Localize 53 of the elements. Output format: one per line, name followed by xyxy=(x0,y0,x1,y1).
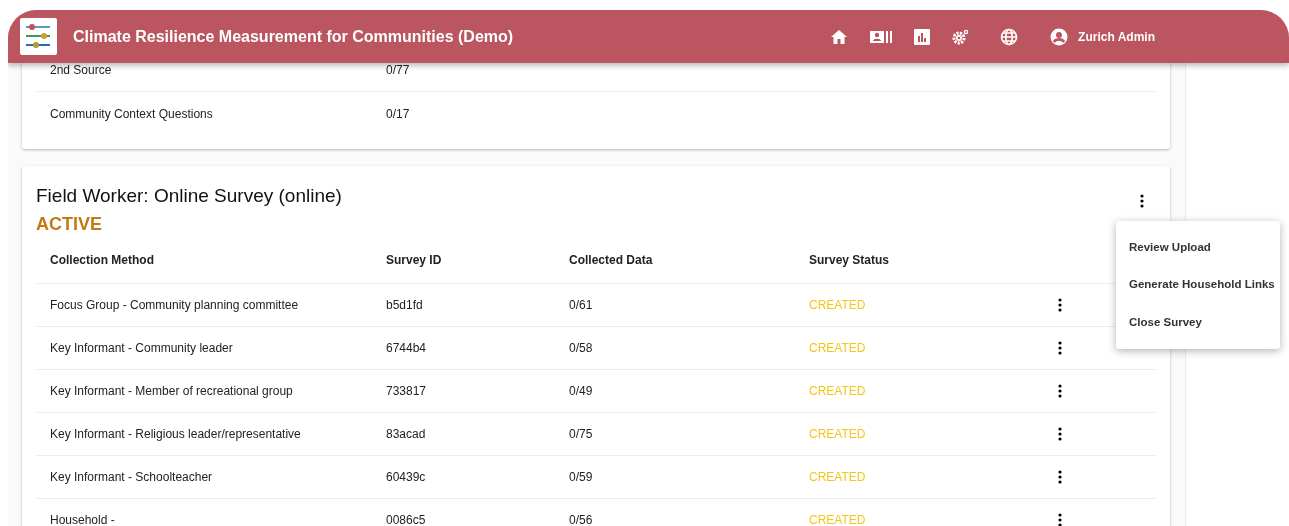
account-icon[interactable] xyxy=(1050,27,1069,46)
column-header: Survey Status xyxy=(809,252,891,269)
table-cell-text: 0/49 xyxy=(569,382,594,400)
table-cell-text: 0/17 xyxy=(386,105,411,123)
card-title: Field Worker: Online Survey (online) xyxy=(36,184,342,208)
status-text: CREATED xyxy=(809,382,867,400)
app-title: Climate Resilience Measurement for Communities (Demo) xyxy=(73,26,514,47)
table-cell-text: 0/77 xyxy=(386,62,411,79)
status-text: CREATED xyxy=(809,296,867,314)
table-cell-text: Key Informant - Religious leader/representative xyxy=(49,425,302,443)
table-cell-text: Key Informant - Schoolteacher xyxy=(49,468,214,486)
chart-icon[interactable] xyxy=(914,28,931,45)
id-card-icon[interactable] xyxy=(870,29,893,44)
table-cell-text: 733817 xyxy=(386,382,428,400)
table-cell-text: 0/75 xyxy=(569,425,594,443)
table-cell-text: 0/56 xyxy=(569,512,594,526)
more-vertical-icon xyxy=(1140,194,1144,208)
survey-state: ACTIVE xyxy=(36,212,103,236)
column-header: Collection Method xyxy=(49,252,155,269)
table-cell-text: 0086c5 xyxy=(386,512,427,526)
logo-icon xyxy=(20,18,57,55)
home-icon[interactable] xyxy=(830,28,849,45)
table-cell-text: Key Informant - Member of recreational group xyxy=(49,382,294,400)
table-cell-text: 6744b4 xyxy=(386,339,428,357)
settings-icon[interactable] xyxy=(952,28,971,45)
menu-item[interactable]: Generate Household Links xyxy=(1116,266,1280,304)
more-vertical-icon xyxy=(1058,383,1062,398)
menu-item[interactable]: Review Upload xyxy=(1116,229,1280,267)
globe-icon[interactable] xyxy=(1000,27,1019,46)
table-cell-text: Focus Group - Community planning committee xyxy=(49,296,300,314)
column-header: Collected Data xyxy=(569,252,654,269)
status-text: CREATED xyxy=(809,425,867,443)
table-cell-text: b5d1fd xyxy=(386,296,424,314)
more-vertical-icon xyxy=(1058,426,1062,441)
table-cell-text: 0/59 xyxy=(569,468,594,486)
more-vertical-icon xyxy=(1058,469,1062,484)
table-cell-text: 2nd Source xyxy=(49,62,113,79)
more-vertical-icon xyxy=(1058,297,1062,312)
table-cell-text: Key Informant - Community leader xyxy=(49,339,234,357)
table-cell-text: 0/61 xyxy=(569,296,594,314)
more-vertical-icon xyxy=(1058,513,1062,526)
status-text: CREATED xyxy=(809,512,867,526)
table-cell-text: Household - xyxy=(49,512,116,526)
table-cell-text: Community Context Questions xyxy=(49,105,214,123)
more-vertical-icon xyxy=(1058,340,1062,355)
table-cell-text: 0/58 xyxy=(569,339,594,357)
status-text: CREATED xyxy=(809,339,867,357)
column-header: Survey ID xyxy=(386,252,443,269)
table-cell-text: 60439c xyxy=(386,468,427,486)
user-name[interactable]: Zurich Admin xyxy=(1078,27,1155,46)
menu-item[interactable]: Close Survey xyxy=(1116,303,1280,341)
table-cell-text: 83acad xyxy=(386,425,427,443)
status-text: CREATED xyxy=(809,468,867,486)
